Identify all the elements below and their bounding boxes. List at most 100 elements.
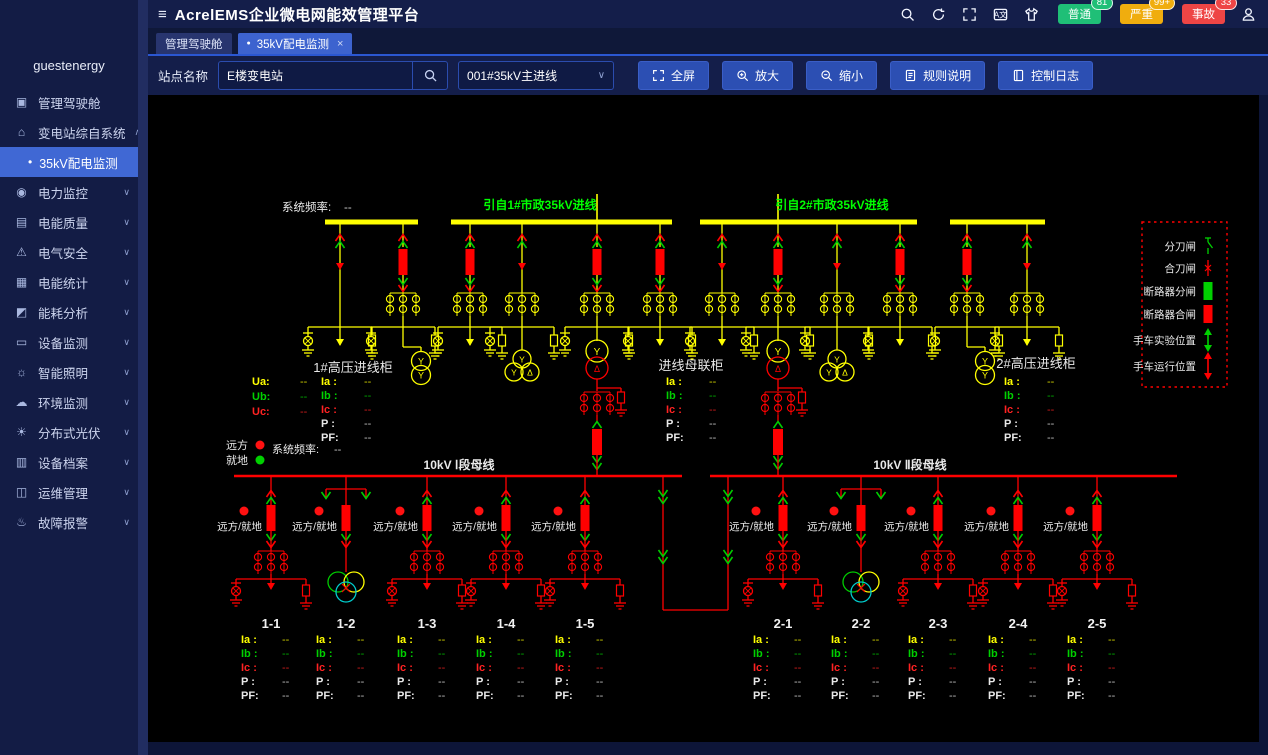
feeder-2-4[interactable]: 远方/就地2-4Ia :--Ib :--Ic :--P :--PF:-- bbox=[964, 476, 1059, 702]
alarm-badge-2[interactable]: 严重99+ bbox=[1120, 4, 1163, 24]
svg-text:远方/就地: 远方/就地 bbox=[217, 520, 262, 533]
search-icon bbox=[900, 7, 915, 22]
svg-text:--: -- bbox=[949, 690, 957, 702]
svg-text:Ic :: Ic : bbox=[908, 662, 924, 674]
svg-text:--: -- bbox=[357, 690, 365, 702]
main-transformer-x449[interactable]: YΔ bbox=[580, 340, 627, 476]
station-search-button[interactable] bbox=[412, 62, 447, 89]
sidebar-item-运维管理[interactable]: ◫运维管理∨ bbox=[0, 477, 138, 507]
svg-text:Y: Y bbox=[834, 355, 840, 365]
toolbar-button-缩小[interactable]: 缩小 bbox=[806, 61, 877, 90]
svg-text:PF:: PF: bbox=[316, 690, 334, 702]
toolbar-button-放大[interactable]: 放大 bbox=[722, 61, 793, 90]
substation-icon: ⌂ bbox=[14, 125, 29, 139]
user-icon[interactable] bbox=[1240, 6, 1256, 22]
menu-toggle-icon[interactable]: ≡ bbox=[158, 6, 167, 23]
svg-text:2-4: 2-4 bbox=[1009, 616, 1029, 631]
svg-text:PF:: PF: bbox=[831, 690, 849, 702]
feeder-1-5[interactable]: 远方/就地1-5Ia :--Ib :--Ic :--P :--PF:-- bbox=[531, 476, 626, 702]
svg-text:Uc:: Uc: bbox=[252, 406, 270, 418]
zoom-out-icon bbox=[820, 69, 833, 82]
tab-35kV配电监测[interactable]: ●35kV配电监测× bbox=[238, 33, 353, 54]
sidebar-item-设备监测[interactable]: ▭设备监测∨ bbox=[0, 327, 138, 357]
svg-text:--: -- bbox=[1108, 690, 1116, 702]
feeder-1-4[interactable]: 远方/就地1-4Ia :--Ib :--Ic :--P :--PF:-- bbox=[452, 476, 547, 702]
sidebar-item-设备档案[interactable]: ▥设备档案∨ bbox=[0, 447, 138, 477]
svg-text:--: -- bbox=[1108, 662, 1116, 674]
sidebar-item-能耗分析[interactable]: ◩能耗分析∨ bbox=[0, 297, 138, 327]
theme-icon[interactable] bbox=[1023, 6, 1039, 22]
toolbar-button-全屏[interactable]: 全屏 bbox=[638, 61, 709, 90]
sidebar-item-电力监控[interactable]: ◉电力监控∨ bbox=[0, 177, 138, 207]
refresh-icon[interactable] bbox=[930, 6, 946, 22]
sidebar-item-变电站综自系统[interactable]: ⌂变电站综自系统∧ bbox=[0, 117, 138, 147]
line-select[interactable]: 001#35kV主进线 ∨ bbox=[458, 61, 614, 90]
dashboard-icon: ▣ bbox=[14, 95, 29, 109]
top-feeder-x374[interactable]: YYΔ bbox=[484, 223, 560, 381]
sidebar-item-环境监测[interactable]: ☁环境监测∨ bbox=[0, 387, 138, 417]
alarm-badge-3[interactable]: 事故33 bbox=[1182, 4, 1225, 24]
svg-text:Δ: Δ bbox=[527, 368, 533, 378]
feeder-2-1[interactable]: 远方/就地2-1Ia :--Ib :--Ic :--P :--PF:-- bbox=[729, 476, 824, 702]
archive-icon: ▥ bbox=[14, 455, 29, 469]
main-transformer-x630[interactable]: YΔ bbox=[761, 340, 808, 476]
tab-管理驾驶舱[interactable]: 管理驾驶舱 bbox=[156, 33, 232, 54]
feeder-1-3[interactable]: 远方/就地1-3Ia :--Ib :--Ic :--P :--PF:-- bbox=[373, 476, 468, 702]
sidebar-item-label: 电能统计 bbox=[38, 273, 88, 292]
svg-text:P :: P : bbox=[988, 676, 1002, 688]
svg-text:--: -- bbox=[364, 432, 372, 444]
svg-text:Ia :: Ia : bbox=[476, 634, 492, 646]
tab-active-dot-icon: ● bbox=[247, 40, 251, 47]
sidebar-item-智能照明[interactable]: ☼智能照明∨ bbox=[0, 357, 138, 387]
svg-text:--: -- bbox=[300, 376, 308, 388]
username: guestenergy bbox=[0, 58, 138, 73]
sidebar-item-故障报警[interactable]: ♨故障报警∨ bbox=[0, 507, 138, 537]
sidebar: guestenergy ▣管理驾驶舱⌂变电站综自系统∧•35kV配电监测◉电力监… bbox=[0, 0, 138, 755]
svg-text:PF:: PF: bbox=[476, 690, 494, 702]
station-name-input[interactable] bbox=[219, 62, 412, 89]
svg-text:Y: Y bbox=[418, 371, 424, 381]
feeder-1-2[interactable]: 远方/就地1-2Ia :--Ib :--Ic :--P :--PF:-- bbox=[292, 476, 370, 702]
feeder-1-1[interactable]: 远方/就地1-1Ia :--Ib :--Ic :--P :--PF:-- bbox=[217, 476, 312, 702]
search-icon[interactable] bbox=[899, 6, 915, 22]
svg-text:Δ: Δ bbox=[842, 368, 848, 378]
svg-text:Ia :: Ia : bbox=[316, 634, 332, 646]
top-feeder-x879[interactable] bbox=[989, 223, 1065, 359]
top-feeder-x819[interactable]: YY bbox=[929, 223, 1005, 385]
svg-text:2-5: 2-5 bbox=[1088, 616, 1107, 631]
tab-label: 管理驾驶舱 bbox=[165, 36, 223, 52]
fullscreen-icon[interactable] bbox=[961, 6, 977, 22]
top-feeder-x630[interactable] bbox=[740, 223, 816, 359]
svg-text:P :: P : bbox=[321, 418, 335, 430]
bus-tie-link[interactable] bbox=[659, 476, 733, 610]
chevron-down-icon: ∨ bbox=[123, 517, 130, 528]
top-feeder-x689[interactable]: YYΔ bbox=[799, 223, 875, 381]
sidebar-item-电气安全[interactable]: ⚠电气安全∨ bbox=[0, 237, 138, 267]
sidebar-item-分布式光伏[interactable]: ☀分布式光伏∨ bbox=[0, 417, 138, 447]
sidebar-item-电能质量[interactable]: ▤电能质量∨ bbox=[0, 207, 138, 237]
tab-close-icon[interactable]: × bbox=[337, 38, 343, 50]
svg-text:P :: P : bbox=[753, 676, 767, 688]
feeder-2-2[interactable]: 远方/就地2-2Ia :--Ib :--Ic :--P :--PF:-- bbox=[807, 476, 885, 702]
sidebar-item-管理驾驶舱[interactable]: ▣管理驾驶舱 bbox=[0, 87, 138, 117]
safety-icon: ⚠ bbox=[14, 245, 29, 259]
svg-text:--: -- bbox=[709, 376, 717, 388]
svg-text:系统频率:: 系统频率: bbox=[282, 200, 331, 214]
svg-text:进线母联柜: 进线母联柜 bbox=[658, 358, 723, 373]
top-feeder-x752[interactable] bbox=[862, 223, 938, 359]
top-feeder-x322[interactable] bbox=[432, 223, 508, 359]
alarm-badge-1[interactable]: 普通81 bbox=[1058, 4, 1101, 24]
svg-text:PF:: PF: bbox=[1067, 690, 1085, 702]
feeder-2-5[interactable]: 远方/就地2-5Ia :--Ib :--Ic :--P :--PF:-- bbox=[1043, 476, 1138, 702]
sidebar-item-电能统计[interactable]: ▦电能统计∨ bbox=[0, 267, 138, 297]
translate-icon[interactable]: A文 bbox=[992, 6, 1008, 22]
svg-text:PF:: PF: bbox=[321, 432, 339, 444]
svg-text:--: -- bbox=[872, 648, 880, 660]
app-header: ≡ AcrelEMS企业微电网能效管理平台 A文普通81严重99+事故33 bbox=[148, 0, 1268, 28]
toolbar-button-控制日志[interactable]: 控制日志 bbox=[998, 61, 1093, 90]
toolbar-button-规则说明[interactable]: 规则说明 bbox=[890, 61, 985, 90]
svg-text:--: -- bbox=[794, 648, 802, 660]
svg-text:Ia :: Ia : bbox=[831, 634, 847, 646]
feeder-2-3[interactable]: 远方/就地2-3Ia :--Ib :--Ic :--P :--PF:-- bbox=[884, 476, 979, 702]
sidebar-subitem-35kV配电监测[interactable]: •35kV配电监测 bbox=[0, 147, 138, 177]
